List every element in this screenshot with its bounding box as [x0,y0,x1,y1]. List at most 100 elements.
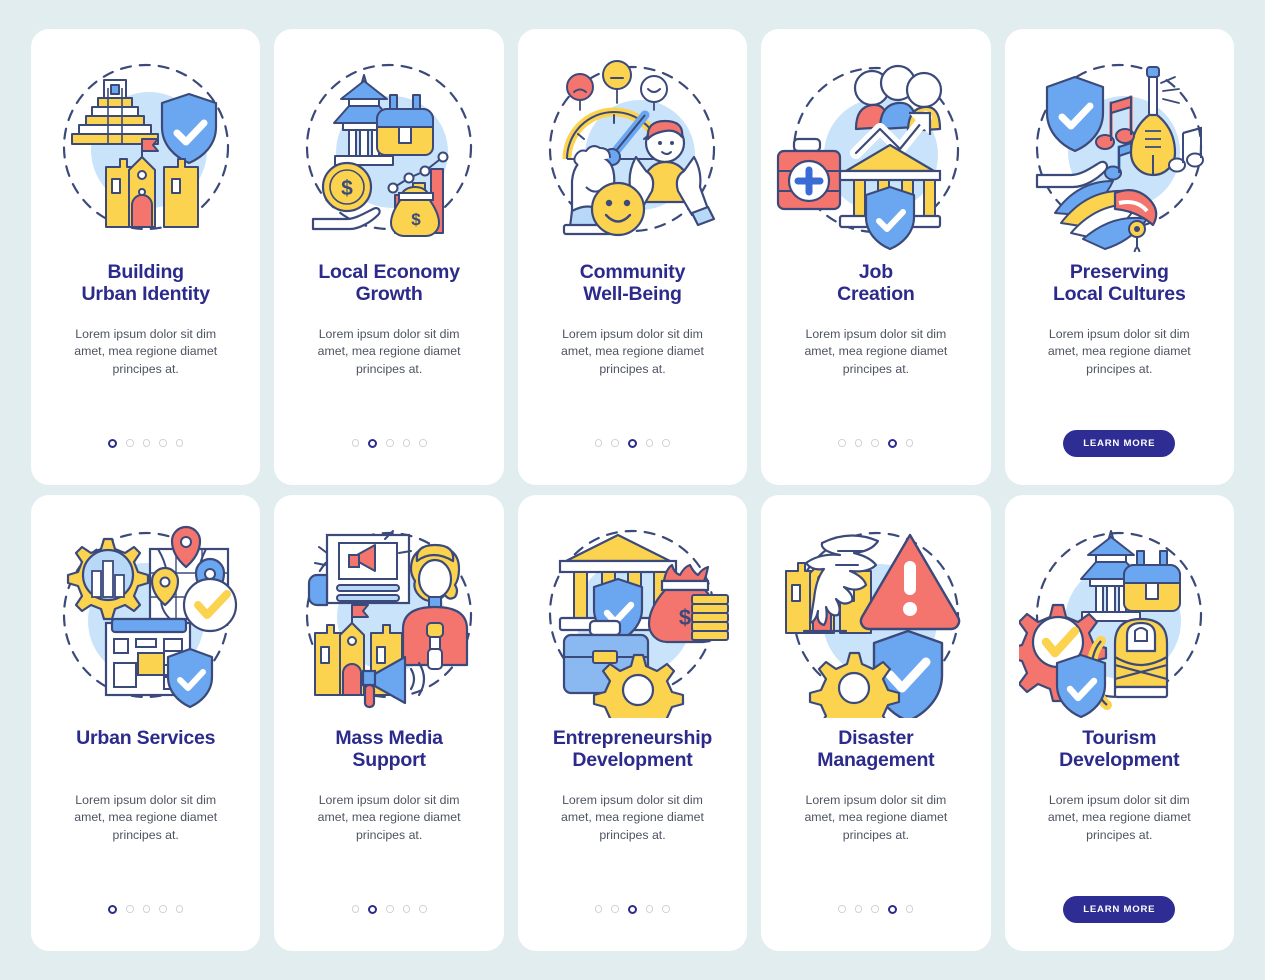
pagination-dots[interactable] [838,904,914,914]
pagination-dots[interactable] [351,438,427,448]
pagination-dot-1[interactable] [351,905,360,913]
card-title-text: Building Urban Identity [81,261,210,305]
card-body-text: Lorem ipsum dolor sit dim amet, mea regi… [74,327,218,376]
card-footer: LEARN MORE [1005,429,1234,457]
card-title-text: Entrepreneurship Development [552,727,713,771]
card-title-text: Mass Media Support [335,727,443,771]
pagination-dot-4[interactable] [645,439,654,447]
pagination-dot-1[interactable] [838,905,846,913]
onboarding-card-local-economy-growth[interactable]: $ $ Local Economy Growth Lorem ipsum dol… [274,29,504,485]
pagination-dot-5[interactable] [662,905,670,913]
onboarding-card-building-urban-identity[interactable]: Building Urban Identity Lorem ipsum dolor… [31,29,261,485]
pagination-dots[interactable] [108,438,184,448]
pagination-dot-3[interactable] [142,905,151,913]
card-footer [518,430,747,456]
card-footer: LEARN MORE [1005,895,1234,923]
pagination-dot-5[interactable] [905,905,914,913]
pagination-dot-1[interactable] [351,439,360,447]
pagination-dot-1[interactable] [594,439,603,447]
gear-check-pagoda-backpack-statue-shield-icon [1019,530,1203,718]
learn-more-button[interactable]: LEARN MORE [1063,895,1176,923]
onboarding-card-preserving-local-cultures[interactable]: Preserving Local Cultures Lorem ipsum dol… [1004,29,1234,485]
illustration-container [31,29,260,262]
card-footer [274,430,503,456]
card-title: Mass Media Support [325,727,452,772]
card-body-text: Lorem ipsum dolor sit dim amet, mea regi… [561,793,704,842]
pagination-dot-1[interactable] [594,905,603,913]
onboarding-card-disaster-management[interactable]: Disaster Management Lorem ipsum dolor sit… [761,495,991,951]
onboarding-card-urban-services[interactable]: Urban Services Lorem ipsum dolor sit dim… [31,495,261,951]
gear-city-map-blueprint-shield-icon [62,525,237,709]
onboarding-card-job-creation[interactable]: Job Creation Lorem ipsum dolor sit dim am… [761,29,991,485]
card-footer [31,896,260,922]
pagination-dot-4[interactable] [887,438,897,448]
pagination-dot-2[interactable] [368,438,378,448]
card-title: Job Creation [827,261,925,306]
pagination-dots[interactable] [351,904,427,914]
pagination-dot-3[interactable] [142,439,151,447]
card-footer [761,430,990,456]
mood-gauge-people-smiley-icon [549,60,716,237]
pagoda-coin-moneybag-chart-icon: $ $ [305,63,473,237]
pagination-dot-5[interactable] [905,439,914,447]
pagination-dot-5[interactable] [175,439,184,447]
card-body-text: Lorem ipsum dolor sit dim amet, mea regi… [1047,793,1191,842]
pyramid-castle-shield-icon [62,63,229,231]
onboarding-card-mass-media-support[interactable]: Mass Media Support Lorem ipsum dolor sit … [274,495,504,951]
pagination-dot-5[interactable] [662,439,670,447]
pagination-dot-4[interactable] [402,905,411,913]
illustration-container [761,495,990,728]
pagination-dot-2[interactable] [611,439,619,447]
card-footer [518,896,747,922]
pagination-dots[interactable] [594,904,670,914]
pagination-dot-5[interactable] [175,905,184,913]
pagination-dot-1[interactable] [838,439,846,447]
pagination-dot-2[interactable] [126,905,134,913]
card-title: Building Urban Identity [72,261,220,306]
card-body-text: Lorem ipsum dolor sit dim amet, mea regi… [804,793,948,842]
pagination-dots[interactable] [594,438,670,448]
card-title-text: Job Creation [837,261,915,305]
pagination-dot-4[interactable] [887,904,897,914]
card-title: Local Economy Growth [308,261,470,306]
pagination-dot-4[interactable] [159,905,167,913]
illustration-container [1005,29,1234,262]
pagination-dot-3[interactable] [386,439,394,447]
svg-text:$: $ [679,605,691,630]
card-title-text: Tourism Development [1059,727,1180,771]
card-title: Preserving Local Cultures [1043,261,1196,306]
learn-more-button[interactable]: LEARN MORE [1063,429,1176,457]
pagination-dot-3[interactable] [386,905,394,913]
pagination-dot-2[interactable] [126,439,134,447]
onboarding-card-community-well-being[interactable]: Community Well-Being Lorem ipsum dolor si… [517,29,748,485]
castle-tornado-warning-shield-gear-icon [784,531,961,718]
illustration-container [1005,495,1234,728]
pagination-dot-4[interactable] [159,439,167,447]
pagination-dot-1[interactable] [108,904,118,914]
bank-shield-moneybag-briefcase-gear-icon: $ [549,529,730,718]
pagination-dot-2[interactable] [611,905,619,913]
shield-hand-headdress-lute-music-icon [1036,63,1205,252]
pagination-dot-3[interactable] [871,439,879,447]
onboarding-card-tourism-development[interactable]: Tourism Development Lorem ipsum dolor sit… [1004,495,1234,951]
pagination-dots[interactable] [108,904,184,914]
onboarding-card-entrepreneurship-development[interactable]: $ Entrepreneurship Development Lorem ips… [517,495,748,951]
pagination-dot-5[interactable] [419,905,427,913]
illustration-container [518,29,747,262]
svg-text:$: $ [411,210,421,229]
pagination-dot-1[interactable] [108,438,118,448]
pagination-dot-4[interactable] [402,439,411,447]
pagination-dot-3[interactable] [871,905,879,913]
pagination-dot-2[interactable] [368,904,378,914]
pagination-dots[interactable] [838,438,914,448]
pagination-dot-4[interactable] [645,905,654,913]
firstaid-people-growtharrow-bank-icon [776,64,959,251]
card-title-text: Local Economy Growth [318,261,460,305]
card-footer [761,896,990,922]
pagination-dot-3[interactable] [627,904,637,914]
pagination-dot-5[interactable] [419,439,427,447]
pagination-dot-2[interactable] [854,905,863,913]
pagination-dot-3[interactable] [627,438,637,448]
pagination-dot-2[interactable] [854,439,863,447]
card-title: Urban Services [66,727,225,772]
